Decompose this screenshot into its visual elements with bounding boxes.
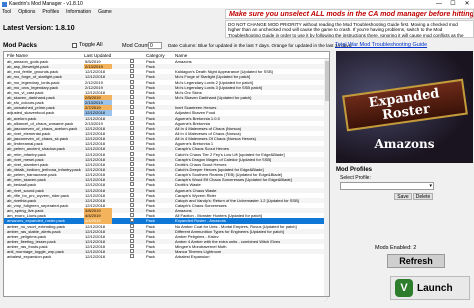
row-checkbox[interactable]	[130, 64, 134, 69]
date-legend: Date Column: Blue for updated in the las…	[168, 43, 353, 48]
profile-select[interactable]: ▾	[340, 182, 434, 190]
table-row[interactable]: arbalest_expansion.pack 12/12/2018 Pack Arb…	[4, 254, 324, 259]
row-checkbox[interactable]	[130, 146, 134, 151]
cell-name: Arbalest Expansion	[175, 254, 210, 260]
table-header: File Name Last Updated Category Name	[4, 52, 329, 59]
vortex-logo-icon: V	[395, 279, 413, 297]
row-checkbox[interactable]	[130, 69, 134, 74]
menu-game[interactable]: Game	[98, 9, 112, 15]
scroll-thumb[interactable]	[325, 61, 329, 101]
row-checkbox[interactable]	[130, 84, 134, 89]
row-checkbox[interactable]	[130, 166, 134, 171]
row-checkbox[interactable]	[130, 89, 134, 94]
mod-preview-image: Expanded Roster Amazons	[336, 51, 473, 163]
row-checkbox[interactable]	[130, 192, 134, 197]
row-checkbox[interactable]	[130, 125, 134, 130]
col-file-name[interactable]: File Name	[7, 53, 28, 58]
resize-grip-icon[interactable]: ⋰	[325, 296, 331, 302]
row-checkbox[interactable]	[130, 151, 134, 156]
mod-count-field: 0	[148, 42, 162, 49]
menu-options[interactable]: Options	[18, 9, 35, 15]
row-checkbox[interactable]	[130, 156, 134, 161]
mod-count-label: Mod Count:	[122, 43, 151, 49]
save-button[interactable]: Save	[394, 193, 412, 200]
title-bar: Kaedrin's Mod Manager - v1.8.10	[0, 0, 474, 8]
launch-label: Launch	[417, 282, 453, 294]
col-name[interactable]: Name	[175, 53, 187, 58]
mod-table: File Name Last Updated Category Name ab_…	[3, 51, 330, 297]
row-checkbox[interactable]	[130, 182, 134, 187]
cell-file-name: arbalest_expansion.pack	[7, 254, 52, 260]
warning-banner: Make sure you unselect ALL mods in the C…	[225, 9, 474, 19]
row-checkbox[interactable]	[130, 177, 134, 182]
row-checkbox[interactable]	[130, 197, 134, 202]
table-rows: ab_amazon_gods.pack 5/5/2019 Pack Amazons ab…	[4, 59, 324, 259]
row-checkbox[interactable]	[130, 172, 134, 177]
mods-enabled-count: Mods Enabled: 2	[375, 245, 417, 251]
row-checkbox[interactable]	[130, 105, 134, 110]
toggle-all-label: Toggle All	[79, 42, 103, 48]
window-title: Kaedrin's Mod Manager - v1.8.10	[9, 1, 83, 7]
select-profile-label: Select Profile:	[340, 175, 371, 181]
row-checkbox[interactable]	[130, 100, 134, 105]
row-checkbox[interactable]	[130, 115, 134, 120]
row-checkbox[interactable]	[130, 141, 134, 146]
priority-warning: DO NOT CHANGE MOD PRIORITY without readi…	[225, 20, 474, 38]
refresh-button[interactable]: Refresh	[387, 254, 445, 268]
minimize-button[interactable]: —	[432, 0, 446, 8]
row-checkbox[interactable]	[130, 187, 134, 192]
row-checkbox[interactable]	[130, 94, 134, 99]
menu-tool[interactable]: Tool	[2, 9, 11, 15]
row-checkbox[interactable]	[130, 233, 134, 238]
row-checkbox[interactable]	[130, 228, 134, 233]
row-checkbox[interactable]	[130, 74, 134, 79]
launch-button[interactable]: V Launch	[390, 276, 470, 300]
col-category[interactable]: Category	[146, 53, 165, 58]
row-checkbox[interactable]	[130, 249, 134, 254]
col-last-updated[interactable]: Last Updated	[84, 53, 111, 58]
chevron-down-icon: ▾	[429, 183, 432, 189]
preview-banner: Expanded Roster	[342, 78, 468, 132]
delete-button[interactable]: Delete	[413, 193, 433, 200]
toggle-all-checkbox[interactable]: Toggle All	[72, 42, 103, 48]
menu-bar: Tool Options Profiles Information Game	[0, 8, 240, 16]
row-checkbox[interactable]	[130, 59, 134, 63]
row-checkbox[interactable]	[130, 136, 134, 141]
row-checkbox[interactable]	[130, 202, 134, 207]
mod-profiles-header: Mod Profiles	[336, 167, 373, 173]
row-checkbox[interactable]	[130, 120, 134, 125]
cell-last-updated: 12/12/2018	[85, 254, 106, 260]
maximize-button[interactable]: ☐	[446, 0, 460, 8]
close-button[interactable]: ✕	[460, 0, 474, 8]
row-checkbox[interactable]	[130, 254, 134, 259]
checkbox-icon	[72, 42, 77, 48]
row-checkbox[interactable]	[130, 244, 134, 249]
row-checkbox[interactable]	[130, 130, 134, 135]
latest-version: Latest Version: 1.8.10	[3, 25, 75, 32]
mod-packs-header: Mod Packs	[3, 42, 37, 49]
troubleshooting-guide-link[interactable]: Total War Mod Troubleshooting Guide	[335, 42, 427, 48]
row-checkbox[interactable]	[130, 161, 134, 166]
row-checkbox[interactable]	[130, 213, 134, 218]
table-scrollbar[interactable]	[324, 59, 329, 296]
row-checkbox[interactable]	[130, 208, 134, 213]
preview-line3: Amazons	[374, 137, 435, 151]
row-checkbox[interactable]	[130, 223, 134, 228]
row-checkbox[interactable]	[130, 79, 134, 84]
row-checkbox[interactable]	[130, 110, 134, 115]
menu-profiles[interactable]: Profiles	[42, 9, 59, 15]
row-checkbox[interactable]	[130, 238, 134, 243]
app-icon	[2, 1, 7, 7]
menu-information[interactable]: Information	[66, 9, 91, 15]
row-checkbox[interactable]	[130, 218, 134, 223]
cell-category: Pack	[146, 254, 155, 260]
